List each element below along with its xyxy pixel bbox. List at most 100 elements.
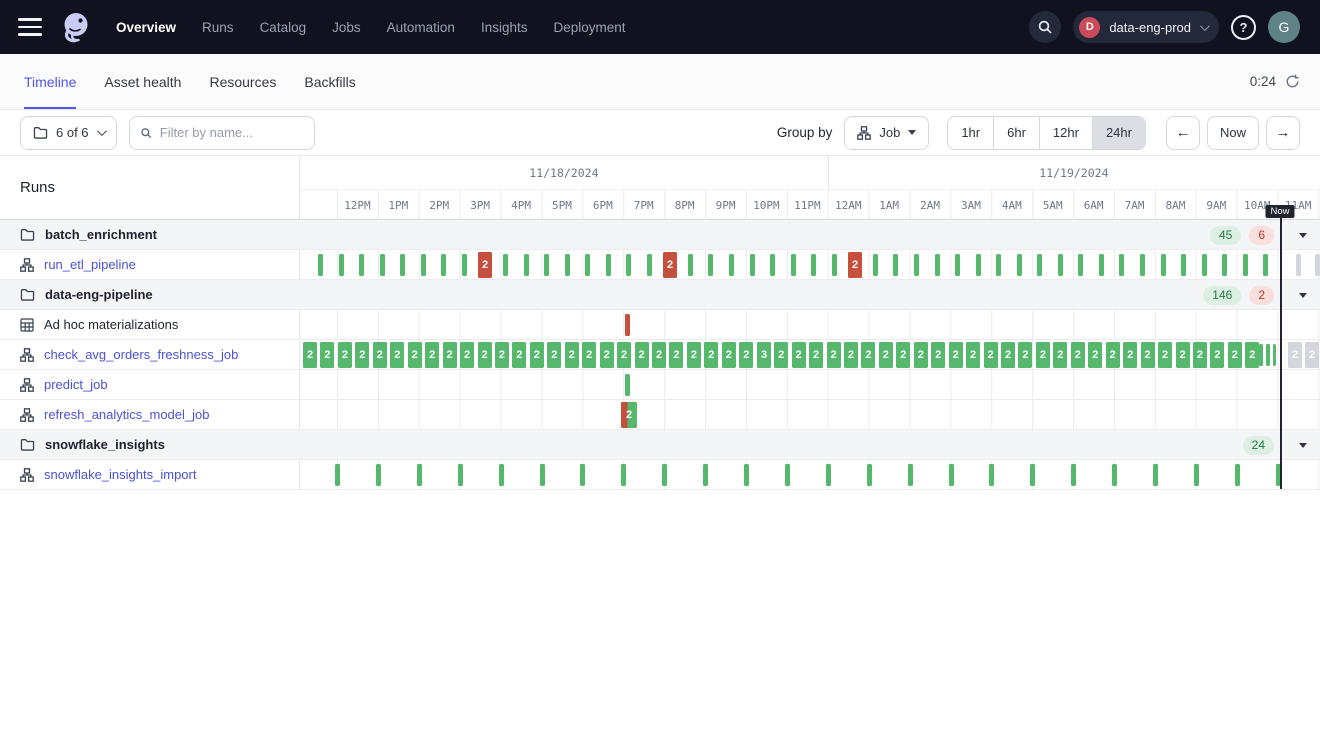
run-bar[interactable] [421, 254, 426, 276]
run-bar[interactable]: 2 [1228, 342, 1242, 368]
run-bar[interactable]: 2 [478, 252, 492, 278]
run-bar[interactable] [955, 254, 960, 276]
run-bar[interactable] [524, 254, 529, 276]
run-bar[interactable] [503, 254, 508, 276]
run-bar[interactable] [1194, 464, 1199, 486]
run-bar[interactable]: 3 [757, 342, 771, 368]
run-bar[interactable] [1161, 254, 1166, 276]
run-bar[interactable] [893, 254, 898, 276]
run-bar[interactable]: 2 [582, 342, 596, 368]
run-bar[interactable] [976, 254, 981, 276]
run-bar[interactable] [996, 254, 1001, 276]
run-bar[interactable]: 2 [460, 342, 474, 368]
run-bar[interactable] [626, 254, 631, 276]
nav-item-catalog[interactable]: Catalog [260, 20, 307, 35]
row-name[interactable]: check_avg_orders_freshness_job [44, 347, 238, 362]
expand-caret-button[interactable] [1299, 220, 1307, 249]
run-bar[interactable] [1071, 464, 1076, 486]
page-right-button[interactable]: → [1266, 116, 1300, 150]
range-12hr[interactable]: 12hr [1039, 117, 1092, 149]
run-bar[interactable] [1273, 344, 1277, 366]
run-bar[interactable] [708, 254, 713, 276]
filter-search[interactable] [129, 116, 315, 150]
run-bar[interactable] [662, 464, 667, 486]
run-bar[interactable] [1259, 344, 1263, 366]
run-bar[interactable]: 2 [1018, 342, 1032, 368]
run-bar[interactable] [1112, 464, 1117, 486]
run-bar[interactable] [908, 464, 913, 486]
run-bar[interactable] [380, 254, 385, 276]
expand-caret-button[interactable] [1299, 430, 1307, 459]
run-bar[interactable]: 2 [338, 342, 352, 368]
run-bar[interactable] [1266, 344, 1270, 366]
run-bar[interactable]: 2 [320, 342, 334, 368]
run-bar[interactable] [359, 254, 364, 276]
run-bar[interactable] [867, 464, 872, 486]
run-bar[interactable] [625, 374, 630, 396]
run-bar[interactable] [540, 464, 545, 486]
run-bar[interactable]: 2 [1001, 342, 1015, 368]
range-24hr[interactable]: 24hr [1092, 117, 1145, 149]
run-bar[interactable] [1243, 254, 1248, 276]
run-bar[interactable]: 2 [949, 342, 963, 368]
run-bar[interactable] [441, 254, 446, 276]
nav-item-deployment[interactable]: Deployment [553, 20, 625, 35]
nav-item-insights[interactable]: Insights [481, 20, 528, 35]
run-bar[interactable] [318, 254, 323, 276]
run-bar[interactable] [1181, 254, 1186, 276]
nav-item-overview[interactable]: Overview [116, 20, 176, 35]
run-bar[interactable] [1222, 254, 1227, 276]
run-bar[interactable] [1296, 254, 1301, 276]
run-bar[interactable]: 2 [1245, 342, 1259, 368]
run-bar[interactable] [729, 254, 734, 276]
run-bar[interactable]: 2 [512, 342, 526, 368]
run-bar[interactable]: 2 [600, 342, 614, 368]
run-bar[interactable]: 2 [861, 342, 875, 368]
run-bar[interactable]: 2 [879, 342, 893, 368]
run-bar[interactable] [1315, 254, 1320, 276]
row-name[interactable]: refresh_analytics_model_job [44, 407, 209, 422]
avatar[interactable]: G [1268, 11, 1300, 43]
run-bar[interactable]: 2 [792, 342, 806, 368]
run-bar[interactable]: 2 [478, 342, 492, 368]
run-bar[interactable] [580, 464, 585, 486]
page-left-button[interactable]: ← [1166, 116, 1200, 150]
run-bar[interactable]: 2 [722, 342, 736, 368]
run-bar[interactable] [832, 254, 837, 276]
run-bar[interactable] [1263, 254, 1268, 276]
run-bar[interactable]: 2 [739, 342, 753, 368]
run-bar[interactable]: 2 [844, 342, 858, 368]
run-bar[interactable] [873, 254, 878, 276]
run-bar[interactable]: 2 [704, 342, 718, 368]
run-bar[interactable] [625, 314, 630, 336]
deployment-selector[interactable]: D data-eng-prod [1073, 11, 1219, 43]
run-bar[interactable] [949, 464, 954, 486]
run-bar[interactable]: 2 [617, 342, 631, 368]
run-bar[interactable] [499, 464, 504, 486]
run-bar[interactable]: 2 [663, 252, 677, 278]
run-bar[interactable]: 2 [373, 342, 387, 368]
run-bar[interactable] [826, 464, 831, 486]
tab-timeline[interactable]: Timeline [24, 54, 76, 109]
group-by-dropdown[interactable]: Job [844, 116, 929, 150]
run-bar[interactable] [1235, 464, 1240, 486]
run-bar[interactable] [458, 464, 463, 486]
run-bar[interactable]: 2 [1123, 342, 1137, 368]
run-bar[interactable] [417, 464, 422, 486]
now-button[interactable]: Now [1207, 116, 1259, 150]
run-bar[interactable] [1202, 254, 1207, 276]
run-bar[interactable]: 2 [809, 342, 823, 368]
run-bar[interactable]: 2 [1141, 342, 1155, 368]
run-bar[interactable]: 2 [1036, 342, 1050, 368]
row-name[interactable]: predict_job [44, 377, 108, 392]
run-bar[interactable]: 2 [1088, 342, 1102, 368]
run-bar[interactable]: 2 [827, 342, 841, 368]
run-bar[interactable] [750, 254, 755, 276]
run-bar[interactable]: 2 [984, 342, 998, 368]
run-bar[interactable] [400, 254, 405, 276]
search-icon[interactable] [1029, 11, 1061, 43]
run-bar[interactable]: 2 [1210, 342, 1224, 368]
run-bar[interactable]: 2 [1071, 342, 1085, 368]
run-bar[interactable]: 2 [914, 342, 928, 368]
run-bar[interactable]: 2 [848, 252, 862, 278]
